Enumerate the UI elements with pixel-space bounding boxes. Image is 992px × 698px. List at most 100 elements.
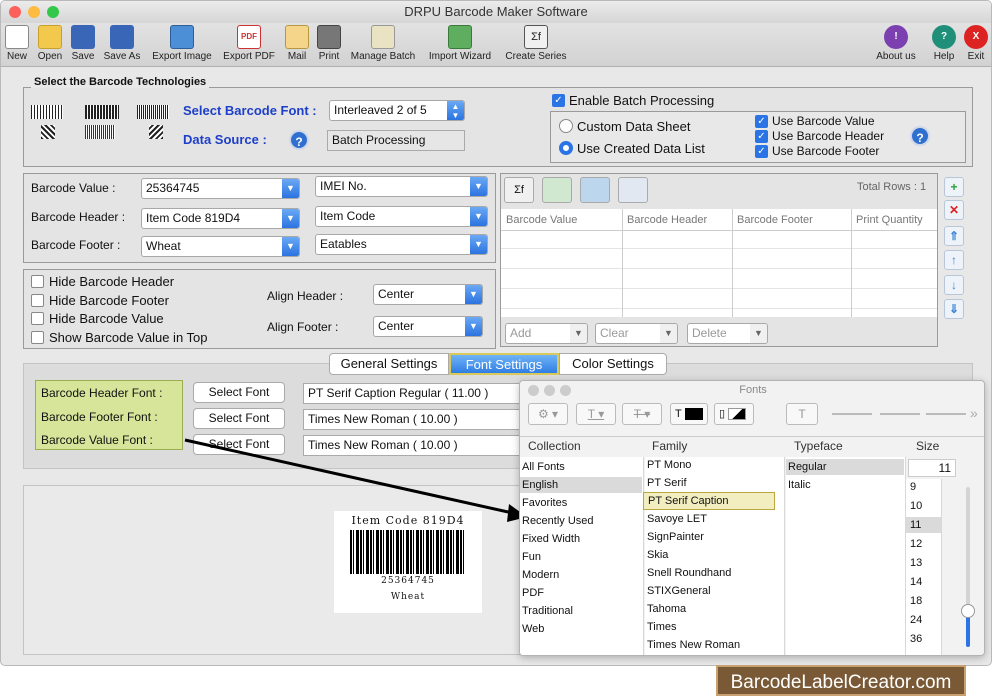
use-barcode-header-checkbox[interactable]: ✓ [755, 130, 768, 143]
save-button[interactable]: Save [69, 25, 97, 65]
move-top-arrow-icon[interactable]: ⇑ [944, 226, 964, 246]
list-item[interactable]: Tahoma [647, 603, 686, 615]
data-source-help-icon[interactable]: ? [289, 130, 309, 150]
barcode-header-type-select[interactable]: Item Code ▼ [315, 206, 488, 227]
close-window-button[interactable] [9, 6, 21, 18]
hide-footer-checkbox[interactable] [31, 294, 44, 307]
hide-header-checkbox[interactable] [31, 275, 44, 288]
list-item[interactable]: 24 [910, 614, 922, 626]
barcode-header-input[interactable]: Item Code 819D4 ▼ [141, 208, 300, 229]
column-header-barcode-value[interactable]: Barcode Value [506, 214, 577, 226]
export-list-icon[interactable] [618, 177, 648, 203]
underline-icon[interactable]: T ▾ [576, 403, 616, 425]
collection-list[interactable]: All Fonts English Favorites Recently Use… [520, 457, 644, 655]
barcode-footer-type-select[interactable]: Eatables ▼ [315, 234, 488, 255]
align-header-select[interactable]: Center ▼ [373, 284, 483, 305]
list-item[interactable]: STIXGeneral [647, 585, 711, 597]
more-tools-icon[interactable]: » [970, 405, 978, 421]
size-slider-thumb[interactable] [961, 604, 975, 618]
barcode-footer-input[interactable]: Wheat ▼ [141, 236, 300, 257]
list-item[interactable]: 12 [910, 538, 922, 550]
use-barcode-footer-checkbox[interactable]: ✓ [755, 145, 768, 158]
text-shadow-icon[interactable]: T [786, 403, 818, 425]
list-item[interactable]: 10 [910, 500, 922, 512]
enable-batch-checkbox[interactable]: ✓ [552, 94, 565, 107]
list-item[interactable]: 9 [910, 481, 916, 493]
list-item[interactable]: 14 [910, 576, 922, 588]
select-footer-font-button[interactable]: Select Font [193, 408, 285, 429]
shadow-opacity-slider[interactable] [832, 413, 872, 415]
use-barcode-value-checkbox[interactable]: ✓ [755, 115, 768, 128]
list-item[interactable]: Fixed Width [522, 533, 580, 545]
list-item[interactable]: Modern [522, 569, 559, 581]
list-item[interactable]: Fun [522, 551, 541, 563]
shadow-blur-slider[interactable] [880, 413, 920, 415]
list-item[interactable]: Italic [788, 479, 811, 491]
family-list[interactable]: PT Mono PT Serif PT Serif Caption Savoye… [643, 457, 785, 655]
export-pdf-button[interactable]: PDF Export PDF [221, 25, 277, 65]
gear-icon[interactable]: ⚙ ▾ [528, 403, 568, 425]
list-item[interactable]: PDF [522, 587, 544, 599]
shadow-offset-slider[interactable] [926, 413, 966, 415]
mail-button[interactable]: Mail [285, 25, 309, 65]
typeface-list[interactable]: Regular Italic [786, 457, 906, 655]
hide-value-checkbox[interactable] [31, 312, 44, 325]
custom-data-sheet-radio[interactable] [559, 119, 573, 133]
tab-font-settings[interactable]: Font Settings [449, 353, 559, 375]
add-row-select[interactable]: Add ▼ [505, 323, 588, 344]
remove-row-x-icon[interactable]: ✕ [944, 200, 964, 220]
minimize-window-button[interactable] [28, 6, 40, 18]
list-item[interactable]: Web [522, 623, 544, 635]
strikethrough-icon[interactable]: T ▾ [622, 403, 662, 425]
list-item[interactable]: 11 [906, 517, 941, 533]
list-item[interactable]: PT Mono [647, 459, 691, 471]
column-header-barcode-header[interactable]: Barcode Header [627, 214, 707, 226]
about-us-button[interactable]: ! About us [873, 25, 919, 65]
fonts-zoom-button[interactable] [560, 385, 571, 396]
list-item[interactable]: Regular [786, 459, 904, 475]
list-item[interactable]: Snell Roundhand [647, 567, 731, 579]
add-row-plus-icon[interactable]: + [944, 177, 964, 197]
export-image-button[interactable]: Export Image [149, 25, 215, 65]
move-up-arrow-icon[interactable]: ↑ [944, 250, 964, 270]
tab-general-settings[interactable]: General Settings [329, 353, 449, 375]
document-color-icon[interactable]: ▯ [714, 403, 754, 425]
align-footer-select[interactable]: Center ▼ [373, 316, 483, 337]
barcode-font-select[interactable]: Interleaved 2 of 5 ▲ ▼ [329, 100, 465, 121]
list-item[interactable]: All Fonts [522, 461, 565, 473]
list-item[interactable]: SignPainter [647, 531, 704, 543]
list-item[interactable]: Times New Roman [647, 639, 740, 651]
barcode-value-input[interactable]: 25364745 ▼ [141, 178, 300, 199]
list-item[interactable]: Traditional [522, 605, 573, 617]
column-header-print-quantity[interactable]: Print Quantity [856, 214, 923, 226]
delete-select[interactable]: Delete ▼ [687, 323, 768, 344]
list-item-selected[interactable]: PT Serif Caption [643, 492, 775, 510]
list-item[interactable]: 18 [910, 595, 922, 607]
list-item[interactable]: Times [647, 621, 677, 633]
list-item[interactable]: English [520, 477, 642, 493]
list-item[interactable]: 13 [910, 557, 922, 569]
column-header-barcode-footer[interactable]: Barcode Footer [737, 214, 813, 226]
list-item[interactable]: Skia [647, 549, 668, 561]
manage-batch-button[interactable]: Manage Batch [347, 25, 419, 65]
list-item[interactable]: 36 [910, 633, 922, 645]
clear-select[interactable]: Clear ▼ [595, 323, 678, 344]
move-bottom-arrow-icon[interactable]: ⇓ [944, 299, 964, 319]
use-created-list-radio[interactable] [559, 141, 573, 155]
list-item[interactable]: Recently Used [522, 515, 594, 527]
fonts-close-button[interactable] [528, 385, 539, 396]
barcode-value-type-select[interactable]: IMEI No. ▼ [315, 176, 488, 197]
tab-color-settings[interactable]: Color Settings [559, 353, 667, 375]
batch-help-icon[interactable]: ? [910, 126, 930, 146]
sigma-function-icon[interactable]: Σf [504, 177, 534, 203]
create-series-button[interactable]: Σf Create Series [501, 25, 571, 65]
excel-import-icon[interactable] [542, 177, 572, 203]
text-color-icon[interactable]: T [670, 403, 708, 425]
print-button[interactable]: Print [315, 25, 343, 65]
show-value-top-checkbox[interactable] [31, 331, 44, 344]
size-list[interactable]: 9 10 11 12 13 14 18 24 36 [906, 479, 942, 655]
select-header-font-button[interactable]: Select Font [193, 382, 285, 403]
fonts-minimize-button[interactable] [544, 385, 555, 396]
save-as-button[interactable]: Save As [101, 25, 143, 65]
import-wizard-button[interactable]: Import Wizard [425, 25, 495, 65]
